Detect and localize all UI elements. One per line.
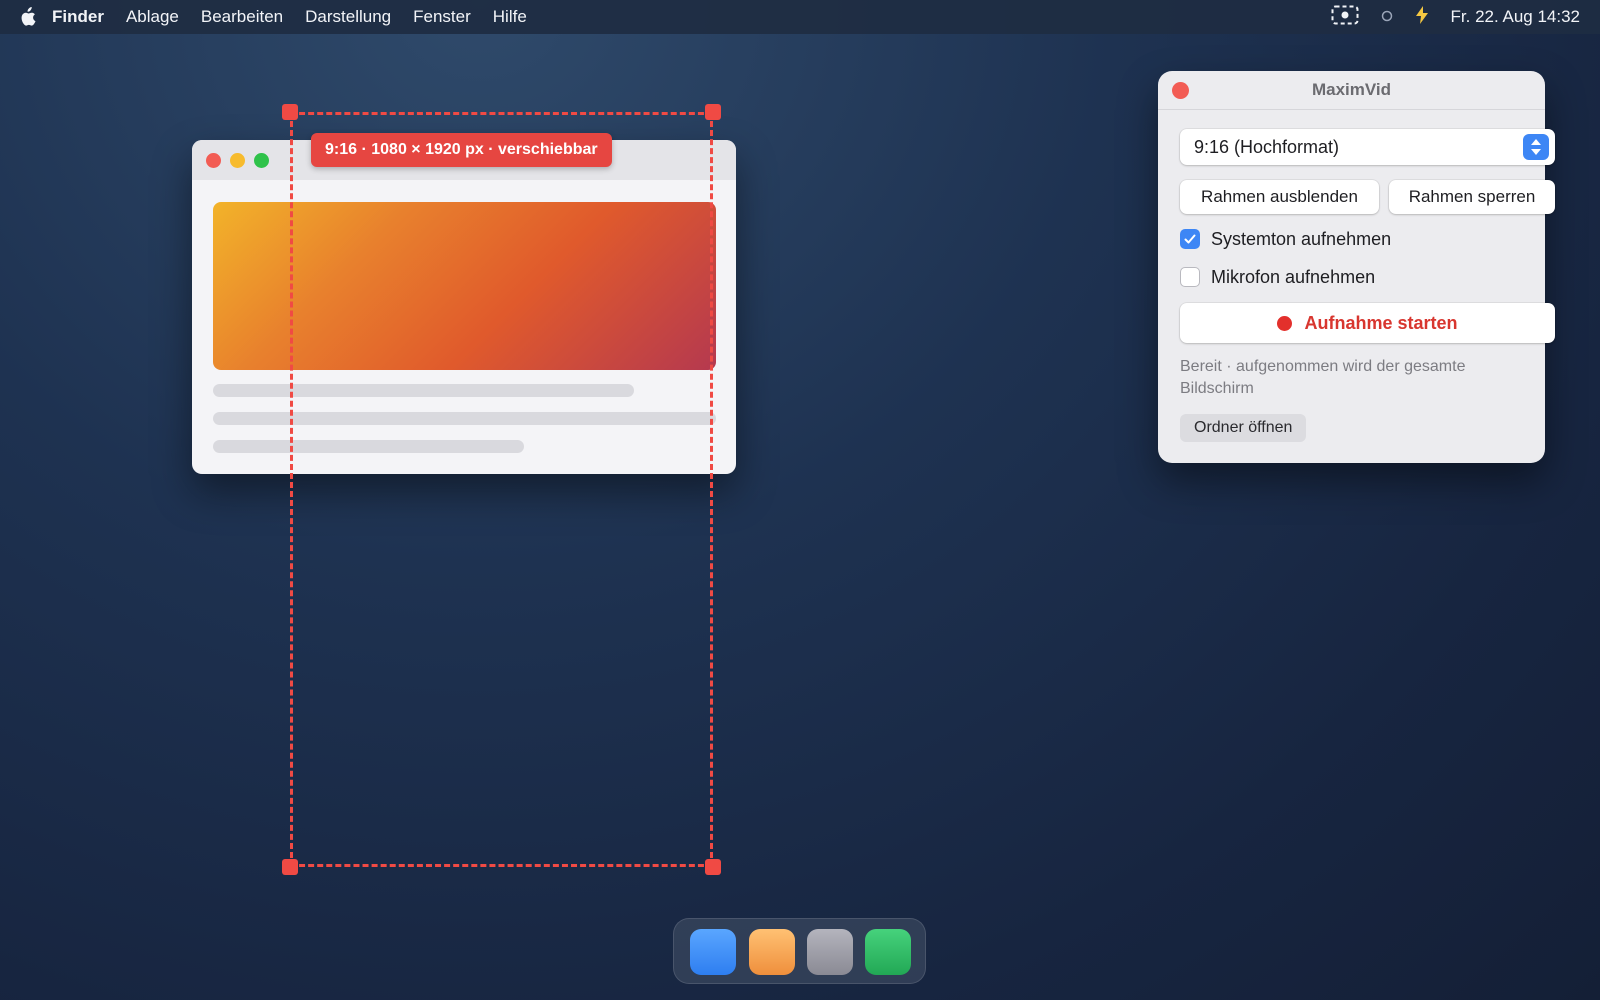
start-recording-label: Aufnahme starten [1304, 312, 1458, 333]
aspect-ratio-select[interactable]: 9:16 (Hochformat) [1180, 129, 1555, 165]
frame-size-label[interactable]: 9:16 · 1080 × 1920 px · verschiebbar [311, 133, 612, 167]
menu-fenster[interactable]: Fenster [413, 7, 471, 27]
status-area: Fr. 22. Aug 14:32 [1331, 0, 1580, 34]
start-recording-button[interactable]: Aufnahme starten [1180, 303, 1555, 343]
close-window-icon[interactable] [206, 152, 221, 168]
select-stepper-icon[interactable] [1523, 134, 1549, 160]
open-folder-button[interactable]: Ordner öffnen [1180, 414, 1307, 442]
system-audio-label: Systemton aufnehmen [1211, 228, 1392, 249]
minimize-window-icon[interactable] [230, 152, 245, 168]
bolt-icon[interactable] [1415, 5, 1429, 29]
frame-handle-bottom-left[interactable] [282, 859, 298, 875]
frame-handle-bottom-right[interactable] [705, 859, 721, 875]
microphone-label: Mikrofon aufnehmen [1211, 266, 1376, 287]
green-app-icon[interactable] [865, 929, 911, 975]
gray-app-icon[interactable] [807, 929, 853, 975]
menu-darstellung[interactable]: Darstellung [305, 7, 391, 27]
dock [673, 918, 926, 984]
microphone-checkbox[interactable] [1180, 267, 1200, 287]
microphone-option[interactable]: Mikrofon aufnehmen [1180, 265, 1375, 289]
lock-frame-button[interactable]: Rahmen sperren [1389, 180, 1555, 214]
menubar-clock[interactable]: Fr. 22. Aug 14:32 [1451, 7, 1580, 27]
panel-titlebar[interactable]: MaximVid [1158, 71, 1545, 110]
circle-icon[interactable] [1381, 7, 1393, 27]
panel-title: MaximVid [1311, 80, 1392, 99]
screen-record-icon[interactable] [1331, 5, 1359, 30]
record-dot-icon [1277, 315, 1293, 331]
blue-app-icon[interactable] [690, 929, 736, 975]
menu-app-finder[interactable]: Finder [52, 7, 104, 27]
menu-ablage[interactable]: Ablage [126, 7, 179, 27]
system-audio-checkbox[interactable] [1180, 229, 1200, 249]
aspect-ratio-value: 9:16 (Hochformat) [1194, 136, 1340, 157]
frame-handle-top-left[interactable] [282, 104, 298, 120]
close-panel-icon[interactable] [1172, 82, 1189, 99]
frame-handle-top-right[interactable] [705, 104, 721, 120]
orange-app-icon[interactable] [749, 929, 795, 975]
menu-hilfe[interactable]: Hilfe [493, 7, 527, 27]
hide-frame-button[interactable]: Rahmen ausblenden [1180, 180, 1379, 214]
apple-logo-icon[interactable] [16, 6, 38, 28]
maximvid-panel: MaximVid 9:16 (Hochformat) Rahmen ausble… [1158, 71, 1555, 463]
system-audio-option[interactable]: Systemton aufnehmen [1180, 227, 1391, 251]
zoom-window-icon[interactable] [254, 152, 269, 168]
menu-bearbeiten[interactable]: Bearbeiten [201, 7, 283, 27]
capture-frame[interactable] [290, 112, 713, 867]
menu-bar: Finder Ablage Bearbeiten Darstellung Fen… [0, 0, 1600, 34]
status-text: Bereit · aufgenommen wird der gesamte Bi… [1180, 358, 1466, 397]
